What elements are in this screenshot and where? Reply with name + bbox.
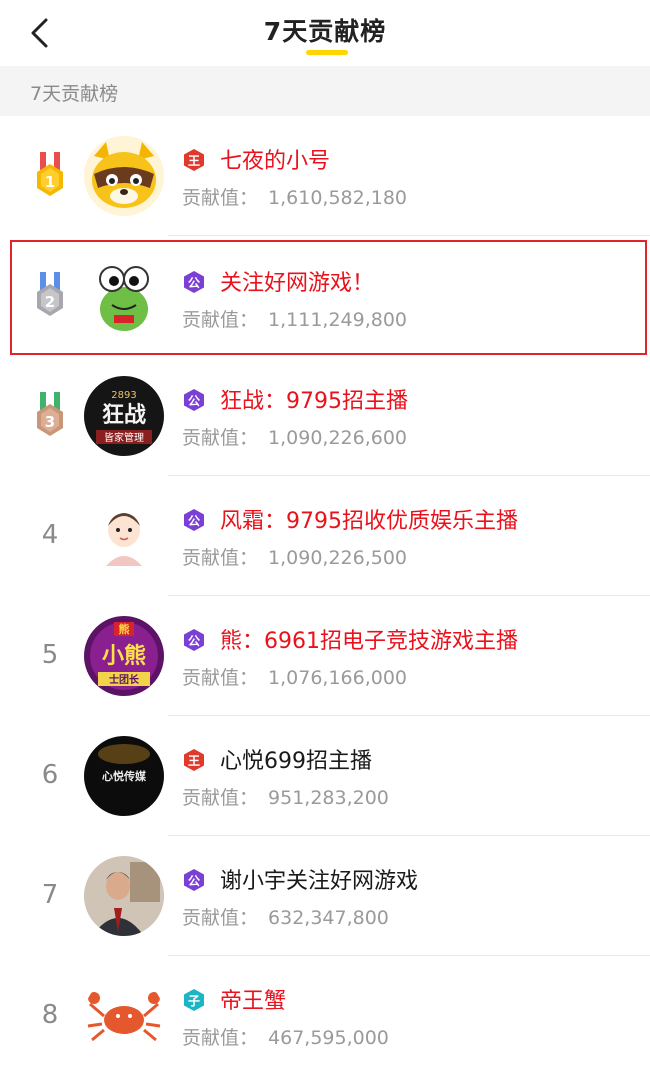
divider: [168, 235, 650, 236]
team-logo-avatar: 2893 狂战 皆家管理: [84, 376, 164, 456]
bronze-medal-icon: 3: [37, 392, 63, 436]
duke-badge-icon: 公: [184, 629, 204, 651]
duke-badge-icon: 公: [184, 389, 204, 411]
avatar[interactable]: 心悦传媒: [84, 736, 164, 816]
contribution-value: 1,076,166,000: [268, 667, 408, 689]
raccoon-avatar: [84, 136, 164, 216]
list-item[interactable]: 4 公 风霜：9795招收优质娱乐主播 贡献值： 1,090,226,500: [0, 476, 650, 596]
contribution-line: 贡献值： 951,283,200: [182, 783, 389, 810]
svg-text:小熊: 小熊: [102, 643, 146, 669]
contribution-label: 贡献值：: [182, 187, 259, 209]
contribution-value: 632,347,800: [268, 907, 389, 929]
list-item[interactable]: 1 王 七夜的小号 贡献值： 1,610,582,180: [0, 116, 650, 236]
contribution-line: 贡献值： 1,090,226,600: [182, 423, 407, 450]
contribution-value: 1,111,249,800: [268, 309, 408, 331]
avatar[interactable]: [84, 976, 164, 1056]
user-name[interactable]: 谢小宇关注好网游戏: [220, 863, 418, 895]
crab-avatar: [84, 976, 164, 1056]
svg-text:2893: 2893: [111, 390, 136, 401]
medal-rank: 2: [45, 293, 55, 311]
list-item[interactable]: 5 熊 小熊 士团长 公 熊：6961招电子竞技游戏主播 贡献值： 1,076,1…: [0, 596, 650, 716]
badge-text: 公: [188, 394, 200, 408]
contribution-label: 贡献值：: [182, 1027, 259, 1049]
list-item[interactable]: 8 子 帝王蟹 贡献值： 467,595,000: [0, 956, 650, 1066]
badge-text: 公: [188, 874, 200, 888]
king-badge-icon: 王: [184, 149, 204, 171]
rank-number: 4: [41, 520, 59, 550]
list-item[interactable]: 6 心悦传媒 王 心悦699招主播 贡献值： 951,283,200: [0, 716, 650, 836]
medal-rank: 3: [45, 413, 55, 431]
contribution-value: 1,610,582,180: [268, 187, 408, 209]
user-name[interactable]: 风霜：9795招收优质娱乐主播: [220, 503, 518, 535]
duke-badge-icon: 公: [184, 869, 204, 891]
svg-text:熊: 熊: [119, 622, 130, 636]
avatar[interactable]: [84, 257, 164, 337]
contribution-value: 951,283,200: [268, 787, 389, 809]
user-name[interactable]: 熊：6961招电子竞技游戏主播: [220, 623, 518, 655]
contribution-line: 贡献值： 1,090,226,500: [182, 543, 407, 570]
medal-rank: 1: [45, 173, 55, 191]
avatar[interactable]: [84, 136, 164, 216]
avatar[interactable]: 熊 小熊 士团长: [84, 616, 164, 696]
list-item[interactable]: 3 2893 狂战 皆家管理 公 狂战：9795招主播 贡献值： 1,090,22…: [0, 356, 650, 476]
contribution-line: 贡献值： 1,076,166,000: [182, 663, 407, 690]
rank-number: 5: [41, 640, 59, 670]
rank-number: 6: [41, 760, 59, 790]
badge-text: 子: [188, 994, 200, 1008]
contribution-line: 贡献值： 467,595,000: [182, 1023, 389, 1050]
user-name[interactable]: 帝王蟹: [220, 983, 286, 1015]
svg-text:皆家管理: 皆家管理: [104, 431, 144, 444]
page-title: 7天贡献榜: [263, 17, 387, 46]
contribution-line: 贡献值： 1,111,249,800: [182, 305, 407, 332]
section-header: 7天贡献榜: [0, 66, 650, 116]
svg-text:心悦传媒: 心悦传媒: [102, 769, 147, 783]
contribution-label: 贡献值：: [182, 427, 259, 449]
duke-badge-icon: 公: [184, 509, 204, 531]
user-name[interactable]: 七夜的小号: [220, 143, 330, 175]
contribution-label: 贡献值：: [182, 547, 259, 569]
duke-badge-icon: 公: [184, 271, 204, 293]
media-logo-avatar: 心悦传媒: [84, 736, 164, 816]
badge-text: 王: [188, 154, 200, 168]
nav-bar: 7天贡献榜: [0, 0, 650, 66]
viscount-badge-icon: 子: [184, 989, 204, 1011]
user-name[interactable]: 关注好网游戏！: [220, 265, 374, 297]
badge-text: 公: [188, 514, 200, 528]
section-label: 7天贡献榜: [30, 83, 119, 105]
avatar[interactable]: [84, 856, 164, 936]
avatar[interactable]: [84, 496, 164, 576]
silver-medal-icon: 2: [37, 272, 63, 316]
rank-number: 7: [41, 880, 59, 910]
title-active-indicator: [306, 50, 348, 55]
contribution-label: 贡献值：: [182, 667, 259, 689]
avatar[interactable]: 2893 狂战 皆家管理: [84, 376, 164, 456]
svg-text:士团长: 士团长: [109, 673, 140, 686]
user-name[interactable]: 狂战：9795招主播: [220, 383, 408, 415]
gold-medal-icon: 1: [37, 152, 63, 196]
contribution-line: 贡献值： 1,610,582,180: [182, 183, 407, 210]
user-name[interactable]: 心悦699招主播: [220, 743, 372, 775]
person-photo-avatar: [84, 856, 164, 936]
contribution-value: 467,595,000: [268, 1027, 389, 1049]
list-item-selected[interactable]: 2 公 关注好网游戏！ 贡献值： 1,111,249,800: [10, 240, 647, 355]
contribution-line: 贡献值： 632,347,800: [182, 903, 389, 930]
cartoon-child-avatar: [84, 496, 164, 576]
contribution-value: 1,090,226,500: [268, 547, 408, 569]
contribution-label: 贡献值：: [182, 907, 259, 929]
frog-avatar: [84, 257, 164, 337]
contribution-label: 贡献值：: [182, 787, 259, 809]
rank-number: 8: [41, 1000, 59, 1030]
contribution-label: 贡献值：: [182, 309, 259, 331]
king-badge-icon: 王: [184, 749, 204, 771]
badge-text: 王: [188, 754, 200, 768]
contribution-value: 1,090,226,600: [268, 427, 408, 449]
svg-text:狂战: 狂战: [102, 403, 146, 428]
badge-text: 公: [188, 634, 200, 648]
badge-text: 公: [188, 276, 200, 290]
list-item[interactable]: 7 公 谢小宇关注好网游戏 贡献值： 632,347,800: [0, 836, 650, 956]
knight-logo-avatar: 熊 小熊 士团长: [84, 616, 164, 696]
